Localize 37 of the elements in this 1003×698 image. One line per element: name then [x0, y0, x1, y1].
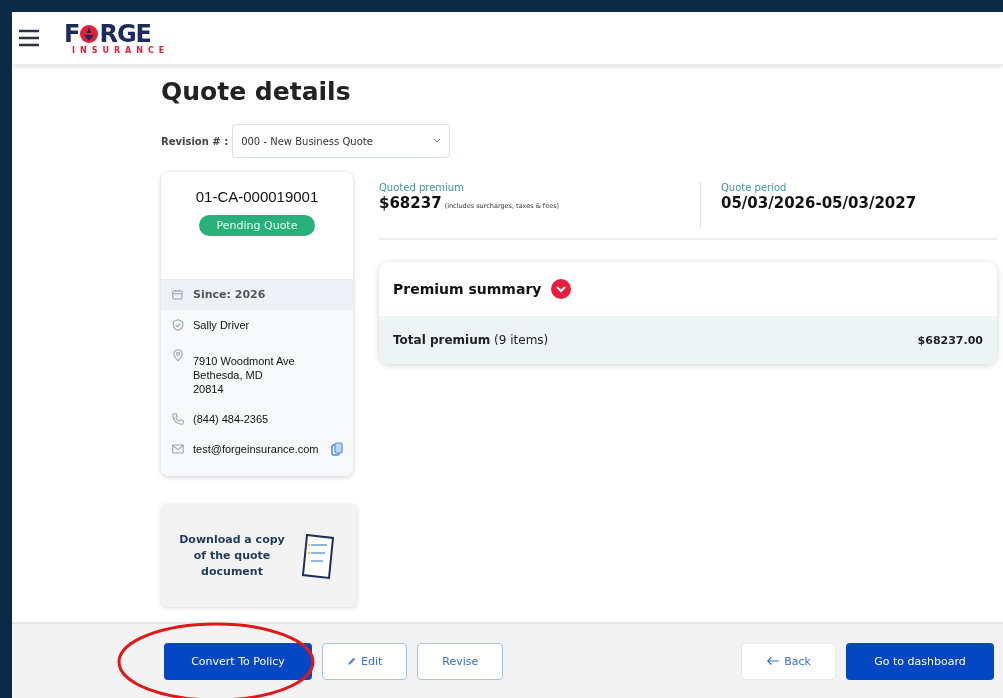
arrow-left-icon: [766, 656, 781, 666]
calendar-icon: [171, 288, 185, 302]
quote-period-label: Quote period: [721, 182, 788, 193]
primary-button[interactable]: Convert To Policy: [164, 642, 312, 680]
page-title: Quote details: [161, 77, 352, 106]
chevron-down-icon: [556, 285, 567, 293]
logo: F RGE INSURANCE: [63, 19, 171, 57]
premium-summary-title: Premium summary: [393, 281, 542, 297]
menu-icon[interactable]: [18, 29, 40, 47]
secondary-button[interactable]: Edit: [322, 642, 408, 680]
shield-check-icon: [171, 318, 185, 332]
logo-emblem-icon: [79, 23, 100, 44]
total-premium-value: $68237.00: [917, 333, 983, 347]
quoted-premium-value: $68237: [379, 194, 442, 212]
revision-label: Revision # :: [161, 135, 229, 147]
revision-dropdown[interactable]: 000 - New Business Quote: [232, 124, 451, 158]
pencil-icon: [347, 656, 357, 666]
secondary-button[interactable]: Back: [741, 642, 836, 680]
quoted-premium-label: Quoted premium: [379, 182, 465, 193]
copy-icon[interactable]: [330, 442, 343, 456]
status-badge: Pending Quote: [198, 215, 316, 236]
chevron-down-icon: [433, 138, 442, 144]
download-card[interactable]: Download a copy of the quote document: [161, 504, 357, 607]
person-text: Sally Driver: [193, 318, 250, 332]
quote-number: 01-CA-000019001: [195, 188, 319, 205]
expand-toggle[interactable]: [551, 279, 572, 299]
address-text: 7910 Woodmont Ave Bethesda, MD 20814: [193, 354, 295, 396]
phone-text: (844) 484-2365: [193, 412, 269, 426]
location-pin-icon: [171, 348, 185, 362]
quote-period-value: 05/03/2026-05/03/2027: [721, 194, 918, 212]
primary-button[interactable]: Go to dashboard: [846, 642, 994, 680]
email-text: test@forgeinsurance.com: [193, 442, 319, 456]
phone-icon: [171, 412, 185, 426]
since-text: Since: 2026: [193, 288, 266, 302]
secondary-button[interactable]: Revise: [417, 642, 504, 680]
total-premium-label: Total premium (9 items): [393, 333, 549, 347]
mail-icon: [171, 442, 185, 456]
